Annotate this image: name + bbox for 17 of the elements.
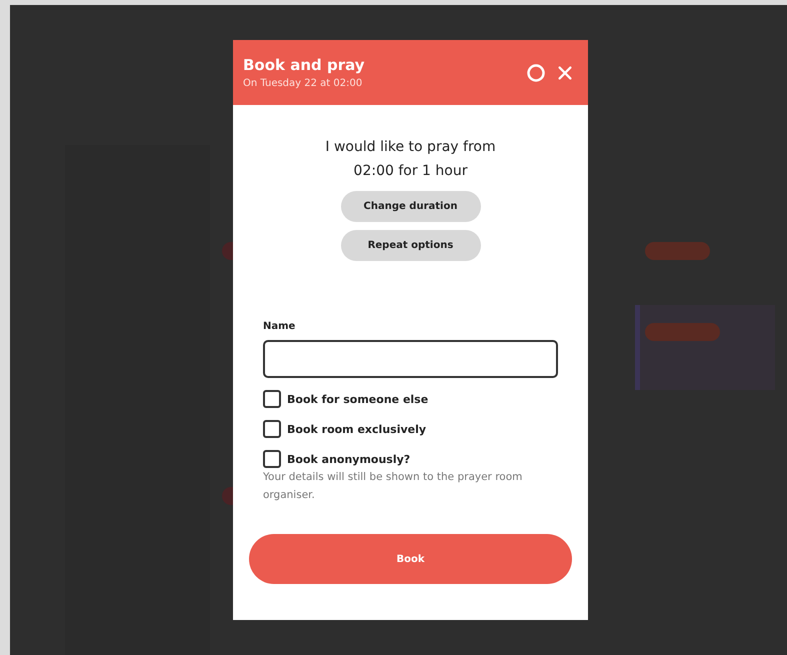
checkbox[interactable] [263, 450, 281, 468]
name-label: Name [263, 321, 296, 332]
checkbox-label: Book anonymously? [287, 452, 410, 466]
checkbox-label: Book room exclusively [287, 422, 426, 436]
close-icon[interactable] [556, 64, 574, 82]
checkbox[interactable] [263, 390, 281, 408]
intro-text: I would like to pray from 02:00 for 1 hour [324, 138, 497, 181]
circle-icon[interactable] [526, 62, 546, 82]
dialog-title: Book and pray [243, 56, 366, 74]
checkbox-label: Book for someone else [287, 392, 428, 406]
checkbox[interactable] [263, 420, 281, 438]
option-button[interactable]: Change duration [340, 191, 480, 222]
dialog-subtitle: On Tuesday 22 at 02:00 [243, 78, 364, 89]
event-pill [645, 242, 710, 260]
name-field[interactable] [263, 340, 558, 378]
option-button[interactable]: Repeat options [340, 230, 480, 261]
note-text: Your details will still be shown to the prayer room organiser. [263, 470, 524, 503]
